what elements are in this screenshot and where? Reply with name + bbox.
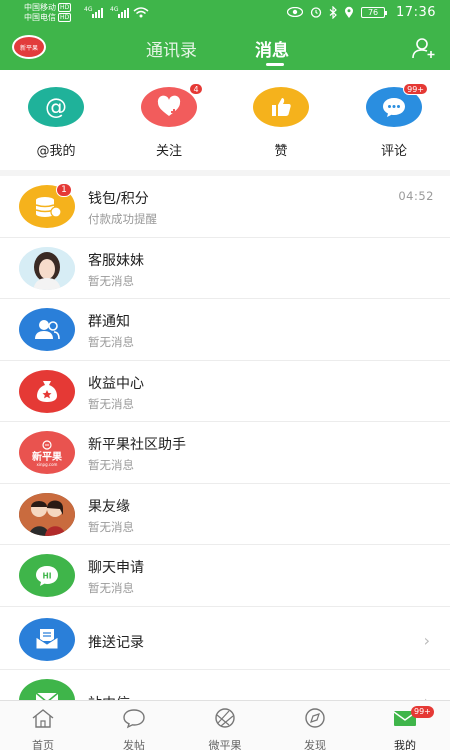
bottom-nav: 首页 发帖 微平果 发现 99+ 我的 [0,700,450,750]
list-item-subtitle: 暂无消息 [88,335,134,349]
at-icon: @ [28,87,84,127]
svg-text:4G: 4G [84,6,93,13]
location-icon [345,6,354,18]
post-bubble-icon [123,709,145,729]
community-logo-icon: 新平果 xinpg.com [19,431,75,474]
svg-text:xinpg.com: xinpg.com [37,462,58,467]
nav-mine[interactable]: 99+ 我的 [375,706,435,750]
comment-icon: 99+ [366,83,428,127]
customer-service-avatar [19,246,75,290]
logo-text: 新平果 [19,44,38,52]
chevron-right-icon: › [423,630,430,650]
nav-label: 首页 [32,739,54,750]
list-item-title: 群通知 [88,314,130,330]
nav-label: 发现 [304,739,326,750]
list-item-title: 聊天申请 [88,560,144,576]
money-bag-icon [19,369,75,413]
quick-action-label: 赞 [274,144,288,159]
hd-badge: HD [58,3,72,12]
nav-discover[interactable]: 发现 [285,707,345,750]
quick-action-likes[interactable]: 赞 [241,87,321,159]
status-right: 76 17:36 [287,4,436,20]
svg-text:@: @ [45,95,67,120]
list-item-subtitle: 付款成功提醒 [88,212,157,226]
couple-avatar [19,492,75,536]
list-item-group-notice[interactable]: 群通知 暂无消息 [0,299,450,361]
quick-action-label: 评论 [380,144,407,159]
hd-badge: HD [58,13,72,22]
list-item-title: 果友缘 [88,498,130,515]
discover-icon [305,708,325,728]
list-item-subtitle: 暂无消息 [88,519,134,534]
hi-chat-icon: HI [19,554,75,597]
list-item-subtitle: 暂无消息 [88,458,134,472]
thumbs-up-icon [253,87,309,127]
nav-micro[interactable]: 微平果 [195,707,255,750]
list-item-community-assistant[interactable]: 新平果 xinpg.com 新平果社区助手 暂无消息 [0,422,450,484]
header-bar: 中国移动 HD 中国电信 HD 4G 4G 76 17:36 新平果 通讯录 消息 [0,0,450,70]
nav-post[interactable]: 发帖 [104,707,164,750]
nav-home[interactable]: 首页 [13,707,73,750]
message-list: 1 钱包/积分 付款成功提醒 04:52 客服妹妹 暂无消息 群通知 暂无消息 … [0,176,450,732]
quick-action-label: 关注 [155,144,182,159]
active-tab-indicator [266,63,284,66]
quick-actions: @ @我的 4 关注 赞 99+ 评论 [0,70,450,170]
nav-label: 我的 [394,739,416,750]
status-time: 17:36 [396,4,436,20]
group-icon [19,308,75,351]
bluetooth-icon [329,5,337,19]
quick-action-label: @我的 [36,144,76,159]
signal-icon: 4G 4G [84,6,149,18]
list-item-subtitle: 暂无消息 [88,581,134,595]
svg-text:HI: HI [42,571,51,580]
carrier-2: 中国电信 [24,13,56,22]
home-icon [32,709,54,728]
quick-action-follow[interactable]: 4 关注 [129,83,209,159]
eye-icon [287,7,304,17]
list-item-title: 客服妹妹 [88,252,144,269]
follow-badge: 4 [189,83,203,95]
tab-contacts[interactable]: 通讯录 [146,36,197,61]
list-item-subtitle: 暂无消息 [88,396,134,411]
micro-app-icon [215,708,235,728]
nav-label: 微平果 [208,739,242,750]
list-item-title: 收益中心 [88,375,144,392]
list-item-title: 推送记录 [88,634,144,651]
nav-badge: 99+ [411,706,434,718]
battery-indicator: 76 [361,6,388,18]
app-logo[interactable]: 新平果 [12,35,46,59]
tab-messages[interactable]: 消息 [255,36,289,61]
nav-label: 发帖 [123,739,145,750]
heart-plus-icon: 4 [141,83,203,127]
list-item-earnings[interactable]: 收益中心 暂无消息 [0,361,450,422]
list-item-customer-service[interactable]: 客服妹妹 暂无消息 [0,238,450,299]
alarm-icon [310,7,322,18]
add-friend-icon[interactable] [412,37,436,59]
list-item-chat-request[interactable]: HI 聊天申请 暂无消息 [0,545,450,607]
list-item-push-records[interactable]: 推送记录 › [0,609,450,670]
list-item-subtitle: 暂无消息 [88,273,134,288]
push-record-icon [19,617,75,661]
list-item-wallet[interactable]: 1 钱包/积分 付款成功提醒 04:52 [0,176,450,238]
app-screen: 中国移动 HD 中国电信 HD 4G 4G 76 17:36 新平果 通讯录 消息 [0,0,450,750]
list-item-title: 新平果社区助手 [88,437,186,453]
unread-badge: 1 [56,183,72,197]
list-item-title: 钱包/积分 [88,191,149,207]
status-carriers: 中国移动 HD 中国电信 HD [24,3,72,23]
carrier-1: 中国移动 [24,3,56,12]
quick-action-at-me[interactable]: @ @我的 [16,87,96,159]
svg-text:4G: 4G [110,6,119,13]
list-item-fruit-friends[interactable]: 果友缘 暂无消息 [0,484,450,545]
list-item-time: 04:52 [398,189,434,203]
comments-badge: 99+ [403,83,428,95]
quick-action-comments[interactable]: 99+ 评论 [354,83,434,159]
